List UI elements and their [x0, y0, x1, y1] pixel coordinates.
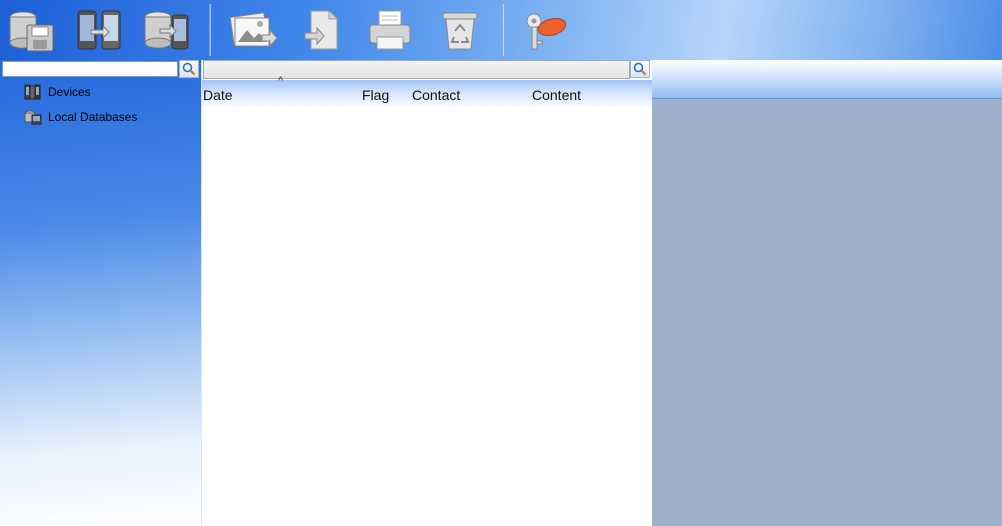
database-phone-icon[interactable] [139, 5, 195, 55]
tree-item-devices[interactable]: Devices [24, 82, 91, 102]
toolbar-separator [209, 4, 211, 56]
column-header: ^ Date Flag Contact Content [202, 75, 652, 108]
message-list-panel: ^ Date Flag Contact Content [201, 60, 652, 526]
devices-icon [24, 84, 41, 100]
message-list-body[interactable] [202, 108, 652, 526]
column-content[interactable]: Content [532, 87, 581, 103]
tree-item-label: Local Databases [48, 110, 138, 124]
search-icon [633, 62, 647, 76]
image-export-icon[interactable] [224, 5, 280, 55]
column-flag[interactable]: Flag [362, 87, 389, 103]
column-contact[interactable]: Contact [412, 87, 460, 103]
sort-ascending-icon: ^ [278, 75, 284, 87]
navigation-panel: Devices Local Databases [0, 60, 201, 526]
tree-search-input[interactable] [2, 61, 178, 77]
message-search-button[interactable] [630, 60, 650, 78]
message-search-input[interactable] [203, 60, 630, 79]
tree-search-button[interactable] [179, 60, 199, 78]
local-databases-icon [24, 110, 42, 125]
detail-header [652, 60, 1002, 99]
toolbar [0, 0, 1002, 60]
document-export-icon[interactable] [294, 5, 350, 55]
column-date[interactable]: Date [203, 87, 233, 103]
phone-transfer-icon[interactable] [71, 5, 127, 55]
recycle-bin-icon[interactable] [432, 5, 488, 55]
database-save-icon[interactable] [4, 5, 60, 55]
toolbar-separator [502, 4, 504, 56]
tree-item-local-databases[interactable]: Local Databases [24, 107, 137, 127]
printer-icon[interactable] [362, 5, 418, 55]
search-icon [182, 62, 196, 76]
message-detail-panel [652, 60, 1002, 526]
tree-item-label: Devices [48, 85, 91, 99]
detail-body [652, 99, 1002, 526]
keys-icon[interactable] [517, 5, 573, 55]
